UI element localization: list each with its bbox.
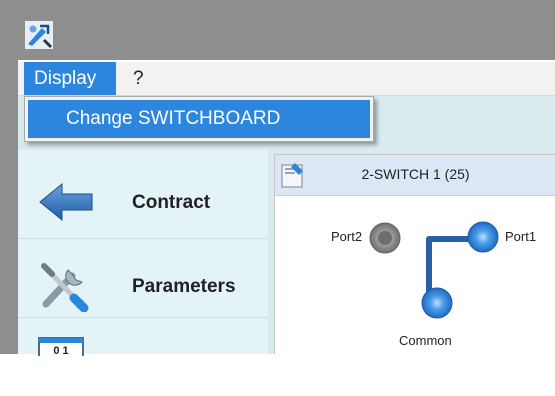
- sidebar-item-label: Contract: [132, 192, 211, 213]
- menu-display[interactable]: Display: [24, 62, 116, 95]
- menu-item-change-switchboard[interactable]: Change SWITCHBOARD: [28, 100, 370, 138]
- sidebar-item-label: Parameters: [132, 276, 236, 297]
- sidebar: Contract Parameters 0 1: [18, 150, 268, 356]
- sidebar-item-contract[interactable]: Contract: [18, 160, 268, 239]
- sidebar-item-parameters[interactable]: Parameters: [18, 239, 268, 318]
- svg-text:0 1: 0 1: [53, 345, 68, 356]
- common-label: Common: [399, 333, 452, 348]
- port2-label: Port2: [331, 229, 363, 244]
- display-dropdown-menu: Change SWITCHBOARD: [24, 96, 374, 142]
- port1-node[interactable]: [467, 221, 499, 253]
- switch-panel: 2-SWITCH 1 (25) Port2 Port1 Common: [274, 154, 555, 354]
- window-titlebar: [0, 0, 555, 60]
- calendar-icon: 0 1: [38, 337, 84, 356]
- menu-help[interactable]: ?: [133, 62, 144, 95]
- sidebar-item-calendar[interactable]: 0 1: [18, 318, 268, 396]
- window-left-border: [0, 60, 18, 354]
- app-logo-icon[interactable]: [24, 20, 54, 50]
- port1-label: Port1: [505, 229, 537, 244]
- arrow-left-icon: [39, 182, 93, 222]
- menu-bar: Display ?: [18, 62, 555, 96]
- switch-diagram: [369, 221, 499, 319]
- main-content: 2-SWITCH 1 (25) Port2 Port1 Common: [268, 150, 555, 354]
- tools-icon: [41, 263, 89, 312]
- common-node[interactable]: [421, 287, 453, 319]
